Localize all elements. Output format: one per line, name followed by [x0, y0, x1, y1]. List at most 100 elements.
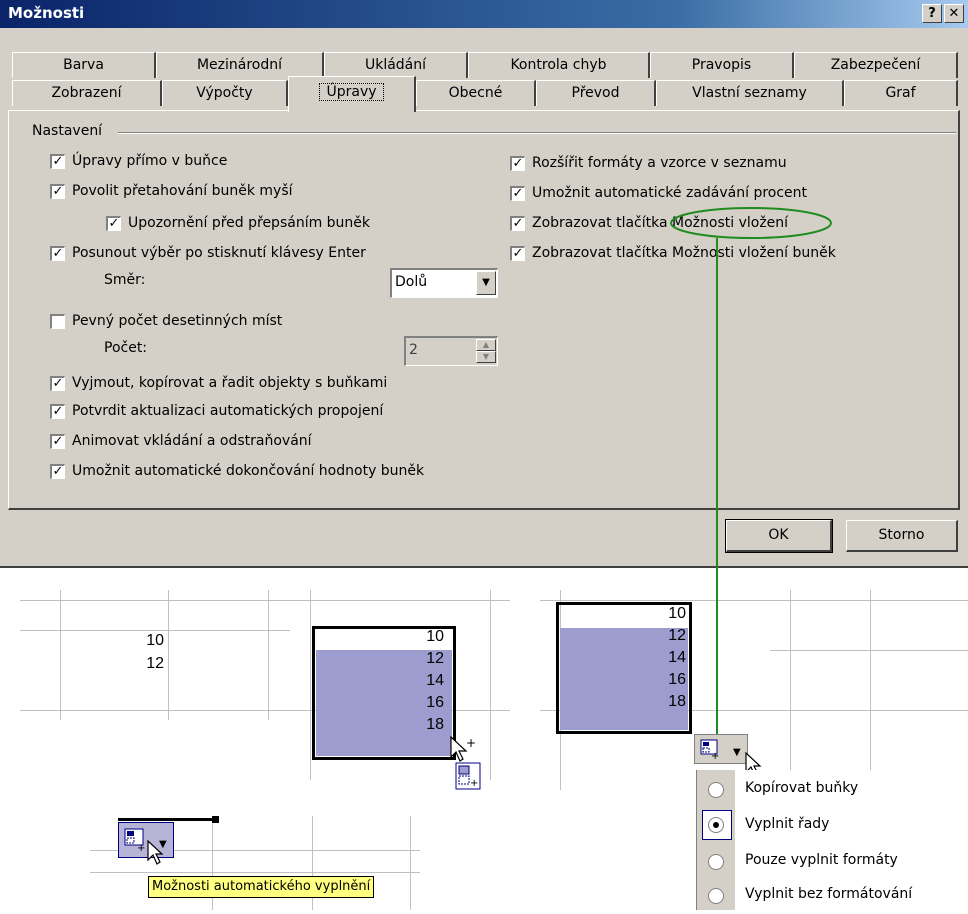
- grid-line: [310, 590, 311, 780]
- label-paste-options: Zobrazovat tlačítka Možnosti vložení: [532, 215, 789, 231]
- checkbox-drag-drop[interactable]: ✓: [50, 184, 65, 199]
- grid-line: [290, 600, 510, 601]
- grid-line: [490, 590, 491, 780]
- menu-item-fill-formats[interactable]: Pouze vyplnit formáty: [745, 852, 898, 868]
- menu-item-fill-no-format[interactable]: Vyplnit bez formátování: [745, 886, 912, 902]
- svg-text:+: +: [711, 751, 719, 762]
- window-title: Možnosti: [8, 4, 85, 22]
- direction-select[interactable]: Dolů ▼: [390, 268, 498, 298]
- tab-prevod[interactable]: Převod: [536, 80, 656, 106]
- grid-line: [410, 816, 411, 910]
- spin-up-icon[interactable]: ▲: [476, 339, 496, 351]
- cell-value[interactable]: 16: [384, 694, 444, 712]
- checkbox-move-after-enter[interactable]: ✓: [50, 246, 65, 261]
- grid-line: [168, 590, 169, 720]
- checkbox-animate[interactable]: ✓: [50, 434, 65, 449]
- grid-line: [870, 590, 871, 770]
- cell-value[interactable]: 10: [104, 632, 164, 650]
- selection-border: [118, 818, 218, 821]
- radio-fill-no-format[interactable]: [708, 888, 724, 904]
- menu-item-fill-series[interactable]: Vyplnit řady: [745, 816, 829, 832]
- label-drag-drop: Povolit přetahování buněk myší: [72, 183, 293, 199]
- grid-line: [90, 872, 420, 873]
- tab-pravopis[interactable]: Pravopis: [650, 52, 794, 78]
- options-dialog: Možnosti ? ✕ Barva Mezinárodní Ukládání …: [0, 0, 968, 568]
- autofill-options-menu: Kopírovat buňky Vyplnit řady Pouze vypln…: [696, 770, 952, 910]
- mouse-pointer-icon: [146, 839, 166, 868]
- checkbox-alert-overwrite[interactable]: ✓: [106, 216, 121, 231]
- checkbox-auto-percent[interactable]: ✓: [510, 186, 525, 201]
- spin-down-icon[interactable]: ▼: [476, 351, 496, 363]
- tab-vlastni-seznamy[interactable]: Vlastní seznamy: [656, 80, 844, 106]
- fill-handle[interactable]: [212, 816, 219, 823]
- label-move-after-enter: Posunout výběr po stisknutí klávesy Ente…: [72, 245, 366, 261]
- autofill-tooltip: Možnosti automatického vyplnění: [148, 876, 375, 898]
- places-spinner[interactable]: 2 ▲ ▼: [404, 336, 498, 366]
- grid-line: [770, 650, 968, 651]
- direction-value: Dolů: [395, 274, 428, 290]
- checkbox-ask-update-links[interactable]: ✓: [50, 404, 65, 419]
- title-bar: Možnosti ? ✕: [0, 0, 968, 28]
- cell-value[interactable]: 14: [626, 649, 686, 667]
- close-button[interactable]: ✕: [944, 4, 964, 23]
- tab-barva[interactable]: Barva: [12, 52, 156, 78]
- cancel-button[interactable]: Storno: [846, 520, 958, 552]
- cell-value[interactable]: 12: [626, 627, 686, 645]
- label-fixed-decimal: Pevný počet desetinných míst: [72, 313, 283, 329]
- checkbox-extend-formats[interactable]: ✓: [510, 156, 525, 171]
- autofill-options-button[interactable]: + ▼: [694, 734, 748, 764]
- checkbox-fixed-decimal[interactable]: [50, 314, 65, 329]
- label-direction: Směr:: [104, 272, 146, 288]
- tab-kontrola-chyb[interactable]: Kontrola chyb: [468, 52, 650, 78]
- label-places: Počet:: [104, 340, 148, 356]
- cell-value[interactable]: 12: [384, 650, 444, 668]
- tab-obecne[interactable]: Obecné: [416, 80, 536, 106]
- cell-value[interactable]: 10: [626, 605, 686, 623]
- label-cut-copy-sort: Vyjmout, kopírovat a řadit objekty s buň…: [72, 375, 388, 391]
- selection-border[interactable]: [312, 626, 456, 760]
- cell-value[interactable]: 10: [384, 628, 444, 646]
- cell-value[interactable]: 18: [626, 693, 686, 711]
- cell-value[interactable]: 12: [104, 655, 164, 673]
- radio-copy-cells[interactable]: [708, 782, 724, 798]
- tab-vypocty[interactable]: Výpočty: [162, 80, 288, 106]
- label-insert-options: Zobrazovat tlačítka Možnosti vložení bun…: [532, 245, 836, 261]
- label-autocomplete: Umožnit automatické dokončování hodnoty …: [72, 463, 425, 479]
- svg-text:+: +: [466, 736, 476, 750]
- fill-cursor-icon: + +: [448, 735, 482, 795]
- tab-upravy-label: Úpravy: [319, 83, 384, 101]
- tab-zabezpeceni[interactable]: Zabezpečení: [794, 52, 958, 78]
- chevron-down-icon[interactable]: ▼: [476, 271, 496, 295]
- svg-text:+: +: [470, 778, 478, 789]
- label-ask-update-links: Potvrdit aktualizaci automatických propo…: [72, 403, 384, 419]
- grid-line: [790, 590, 791, 770]
- tab-zobrazeni[interactable]: Zobrazení: [12, 80, 162, 106]
- tab-ukladani[interactable]: Ukládání: [324, 52, 468, 78]
- help-button[interactable]: ?: [922, 4, 942, 23]
- cell-value[interactable]: 18: [384, 716, 444, 734]
- ok-button[interactable]: OK: [725, 519, 833, 553]
- checkbox-paste-options[interactable]: ✓: [510, 216, 525, 231]
- checkbox-autocomplete[interactable]: ✓: [50, 464, 65, 479]
- cell-value[interactable]: 14: [384, 672, 444, 690]
- label-animate: Animovat vkládání a odstraňování: [72, 433, 312, 449]
- checkbox-insert-options[interactable]: ✓: [510, 246, 525, 261]
- grid-line: [268, 590, 269, 720]
- svg-text:▼: ▼: [733, 747, 741, 758]
- menu-item-copy-cells[interactable]: Kopírovat buňky: [745, 780, 858, 796]
- group-label: Nastavení: [32, 123, 103, 139]
- checkbox-cut-copy-sort[interactable]: ✓: [50, 376, 65, 391]
- tab-mezinarodni[interactable]: Mezinárodní: [156, 52, 324, 78]
- radio-fill-formats[interactable]: [708, 854, 724, 870]
- label-alert-overwrite: Upozornění před přepsáním buněk: [128, 215, 371, 231]
- tab-graf[interactable]: Graf: [844, 80, 958, 106]
- checkbox-edit-in-cell[interactable]: ✓: [50, 154, 65, 169]
- svg-text:+: +: [137, 843, 145, 854]
- tab-panel: [8, 110, 960, 510]
- radio-fill-series[interactable]: [708, 817, 724, 833]
- label-extend-formats: Rozšířit formáty a vzorce v seznamu: [532, 155, 787, 171]
- group-divider: [118, 132, 956, 134]
- tab-upravy[interactable]: Úpravy: [288, 76, 416, 112]
- label-edit-in-cell: Úpravy přímo v buňce: [72, 153, 228, 169]
- cell-value[interactable]: 16: [626, 671, 686, 689]
